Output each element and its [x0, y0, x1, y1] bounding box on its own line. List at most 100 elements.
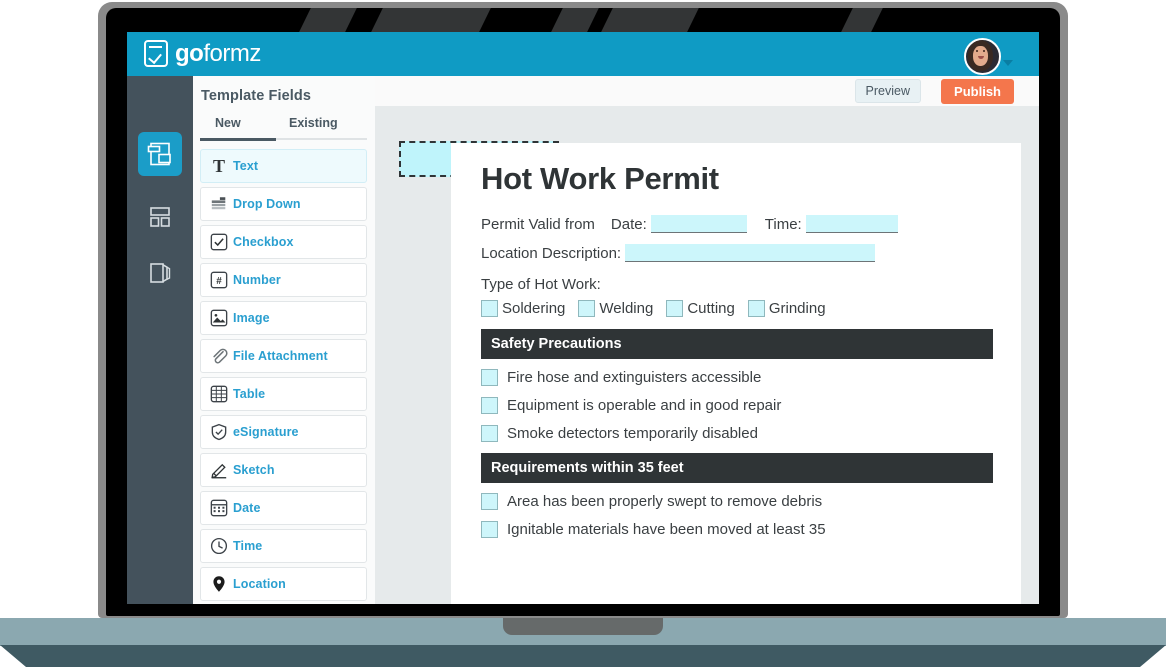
valid-from-label: Permit Valid from [481, 216, 595, 233]
page-title: Template Fields [201, 88, 312, 104]
field-item-label: Checkbox [233, 235, 294, 249]
field-item-label: Date [233, 501, 261, 515]
paperclip-icon [213, 348, 228, 364]
permit-valid-row: Permit Valid from Date: Time: [481, 215, 993, 233]
field-item-image[interactable]: Image [200, 301, 367, 335]
map-pin-icon [213, 576, 225, 592]
checklist-item: Fire hose and extinguisters accessible [481, 369, 993, 386]
checkbox-soldering[interactable] [481, 300, 498, 317]
checklist-checkbox[interactable] [481, 425, 498, 442]
checkbox-cutting[interactable] [666, 300, 684, 317]
rail-item-layout[interactable] [138, 195, 182, 239]
canvas-toolbar: Preview Publish [375, 76, 1039, 107]
field-item-label: Table [233, 387, 266, 401]
field-item-table[interactable]: Table [200, 377, 367, 411]
calendar-icon [205, 499, 233, 517]
field-item-location[interactable]: Location [200, 567, 367, 601]
field-item-label: Drop Down [233, 197, 301, 211]
field-item-label: Time [233, 539, 263, 553]
type-of-hot-work-label: Type of Hot Work: [481, 276, 601, 293]
checklist-icon [144, 40, 168, 67]
checklist-checkbox[interactable] [481, 369, 498, 386]
tab-active-underline [200, 138, 276, 141]
checklist-item: Smoke detectors temporarily disabled [481, 425, 993, 442]
screen-viewport: goformz Template Fields New Existing T T… [127, 32, 1039, 604]
checkbox-icon [205, 233, 233, 251]
field-item-file-attachment[interactable]: File Attachment [200, 339, 367, 373]
preview-button[interactable]: Preview [854, 79, 921, 103]
field-item-label: File Attachment [233, 349, 328, 363]
publish-button[interactable]: Publish [941, 79, 1014, 104]
svg-text:#: # [216, 276, 222, 287]
laptop-base-notch [503, 618, 663, 635]
checklist-label: Fire hose and extinguisters accessible [507, 369, 762, 386]
field-item-sketch[interactable]: Sketch [200, 453, 367, 487]
checkbox-icon [210, 233, 228, 251]
rail-item-pages[interactable] [138, 251, 182, 295]
panel-tabs: New Existing [200, 116, 367, 142]
field-item-label: Sketch [233, 463, 275, 477]
time-field[interactable] [805, 215, 898, 233]
checklist-checkbox[interactable] [481, 397, 498, 414]
number-hash-icon: # [205, 271, 233, 289]
field-item-checkbox[interactable]: Checkbox [200, 225, 367, 259]
tab-existing[interactable]: Existing [289, 116, 338, 130]
dropdown-icon [205, 195, 233, 213]
fields-layers-icon [147, 142, 171, 166]
work-type-label: Cutting [687, 300, 735, 317]
checkbox-welding[interactable] [578, 300, 596, 317]
left-icon-rail [127, 76, 193, 604]
pencil-icon [211, 463, 227, 479]
template-canvas: Preview Publish Hot Work Permit Permit V… [375, 76, 1039, 604]
avatar[interactable] [964, 38, 1001, 75]
section-heading: Requirements within 35 feet [481, 453, 993, 483]
work-type-checkbox-row: Soldering Welding Cutting Grinding [481, 300, 993, 317]
avatar-eye [983, 50, 985, 52]
form-page: Hot Work Permit Permit Valid from Date: … [451, 143, 1021, 604]
work-type-label: Welding [599, 300, 654, 317]
field-item-drop-down[interactable]: Drop Down [200, 187, 367, 221]
logo-wordmark: goformz [175, 39, 261, 67]
checklist-label: Smoke detectors temporarily disabled [507, 425, 758, 442]
pencil-icon [205, 461, 233, 479]
paperclip-icon [205, 347, 233, 365]
field-item-label: Number [233, 273, 281, 287]
field-item-number[interactable]: # Number [200, 263, 367, 297]
checklist-label: Area has been properly swept to remove d… [507, 493, 823, 510]
work-type-label: Grinding [768, 300, 826, 317]
table-grid-icon [210, 385, 228, 403]
field-item-date[interactable]: Date [200, 491, 367, 525]
tab-new[interactable]: New [215, 116, 241, 130]
logo-formz: formz [203, 39, 261, 67]
field-item-label: Location [233, 577, 286, 591]
checklist-item: Area has been properly swept to remove d… [481, 493, 993, 510]
field-item-text[interactable]: T Text [200, 149, 367, 183]
pages-stack-icon [150, 263, 171, 283]
field-item-label: Image [233, 311, 270, 325]
laptop-base-bottom [0, 645, 1166, 667]
form-title: Hot Work Permit [481, 161, 719, 196]
rail-item-fields[interactable] [138, 132, 182, 176]
goformz-logo[interactable]: goformz [144, 40, 261, 67]
date-label: Date: [610, 216, 647, 233]
field-type-list: T Text Drop Down Checkbox # Number Image File A… [200, 149, 367, 604]
checklist-checkbox[interactable] [481, 493, 498, 510]
checklist-checkbox[interactable] [481, 521, 498, 538]
map-pin-icon [205, 575, 233, 593]
shield-check-icon [211, 423, 227, 441]
layout-grid-icon [150, 207, 170, 227]
chevron-down-icon[interactable] [1003, 60, 1013, 66]
checkbox-grinding[interactable] [747, 300, 765, 317]
location-field[interactable] [625, 244, 876, 262]
work-type-label: Soldering [502, 300, 566, 317]
field-item-esignature[interactable]: eSignature [200, 415, 367, 449]
date-field[interactable] [650, 215, 747, 233]
checklist-label: Equipment is operable and in good repair [507, 397, 782, 414]
clock-icon [205, 537, 233, 555]
shield-check-icon [205, 423, 233, 441]
svg-text:T: T [213, 156, 225, 176]
field-item-label: Text [233, 159, 259, 173]
location-row: Location Description: [481, 244, 993, 262]
field-item-time[interactable]: Time [200, 529, 367, 563]
app-header: goformz [127, 32, 1039, 76]
